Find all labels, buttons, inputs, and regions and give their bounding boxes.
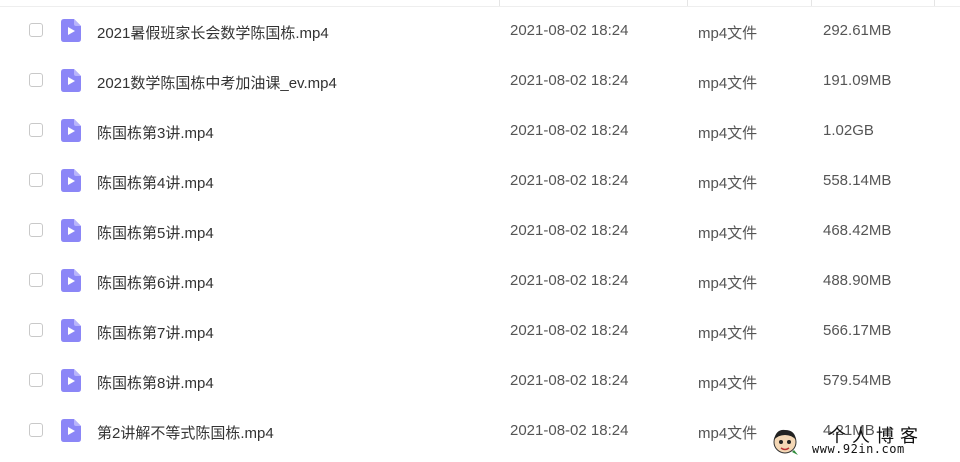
file-type: mp4文件 bbox=[698, 425, 758, 442]
file-size: 191.09MB bbox=[823, 72, 892, 89]
mascot-logo bbox=[773, 429, 798, 455]
modified-date: 2021-08-02 18:24 bbox=[510, 222, 629, 239]
modified-date: 2021-08-02 18:24 bbox=[510, 372, 629, 389]
video-file-icon bbox=[61, 319, 81, 342]
file-size: 579.54MB bbox=[823, 372, 892, 389]
select-checkbox[interactable] bbox=[29, 323, 43, 337]
file-row[interactable]: 陈国栋第4讲.mp4 2021-08-02 18:24 mp4文件 558.14MB bbox=[0, 156, 960, 206]
watermark: 个人博客 www.92in.com bbox=[766, 420, 960, 462]
video-file-icon bbox=[61, 219, 81, 242]
select-checkbox[interactable] bbox=[29, 123, 43, 137]
file-name[interactable]: 2021暑假班家长会数学陈国栋.mp4 bbox=[97, 22, 329, 43]
modified-date: 2021-08-02 18:24 bbox=[510, 272, 629, 289]
modified-date: 2021-08-02 18:24 bbox=[510, 22, 629, 39]
select-checkbox[interactable] bbox=[29, 173, 43, 187]
file-name[interactable]: 2021数学陈国栋中考加油课_ev.mp4 bbox=[97, 72, 337, 93]
select-checkbox[interactable] bbox=[29, 423, 43, 437]
video-file-icon bbox=[61, 369, 81, 392]
file-size: 566.17MB bbox=[823, 322, 892, 339]
modified-date: 2021-08-02 18:24 bbox=[510, 172, 629, 189]
select-checkbox[interactable] bbox=[29, 23, 43, 37]
select-checkbox[interactable] bbox=[29, 273, 43, 287]
video-file-icon bbox=[61, 169, 81, 192]
select-checkbox[interactable] bbox=[29, 223, 43, 237]
file-size: 558.14MB bbox=[823, 172, 892, 189]
select-checkbox[interactable] bbox=[29, 373, 43, 387]
file-row[interactable]: 陈国栋第5讲.mp4 2021-08-02 18:24 mp4文件 468.42MB bbox=[0, 206, 960, 256]
file-type: mp4文件 bbox=[698, 225, 758, 242]
video-file-icon bbox=[61, 419, 81, 442]
modified-date: 2021-08-02 18:24 bbox=[510, 422, 629, 439]
file-row[interactable]: 陈国栋第7讲.mp4 2021-08-02 18:24 mp4文件 566.17MB bbox=[0, 306, 960, 356]
file-type: mp4文件 bbox=[698, 25, 758, 42]
file-type: mp4文件 bbox=[698, 175, 758, 192]
watermark-url: www.92in.com bbox=[812, 442, 905, 456]
file-size: 1.02GB bbox=[823, 122, 874, 139]
file-name[interactable]: 陈国栋第4讲.mp4 bbox=[97, 172, 214, 193]
file-name[interactable]: 陈国栋第3讲.mp4 bbox=[97, 122, 214, 143]
modified-date: 2021-08-02 18:24 bbox=[510, 322, 629, 339]
file-type: mp4文件 bbox=[698, 375, 758, 392]
file-name[interactable]: 陈国栋第6讲.mp4 bbox=[97, 272, 214, 293]
file-type: mp4文件 bbox=[698, 275, 758, 292]
file-type: mp4文件 bbox=[698, 125, 758, 142]
file-size: 488.90MB bbox=[823, 272, 892, 289]
select-checkbox[interactable] bbox=[29, 73, 43, 87]
video-file-icon bbox=[61, 269, 81, 292]
file-row[interactable]: 陈国栋第3讲.mp4 2021-08-02 18:24 mp4文件 1.02GB bbox=[0, 106, 960, 156]
file-row[interactable]: 陈国栋第8讲.mp4 2021-08-02 18:24 mp4文件 579.54MB bbox=[0, 356, 960, 406]
file-type: mp4文件 bbox=[698, 325, 758, 342]
video-file-icon bbox=[61, 69, 81, 92]
video-file-icon bbox=[61, 119, 81, 142]
file-type: mp4文件 bbox=[698, 75, 758, 92]
file-size: 292.61MB bbox=[823, 22, 892, 39]
file-name[interactable]: 陈国栋第8讲.mp4 bbox=[97, 372, 214, 393]
file-name[interactable]: 陈国栋第7讲.mp4 bbox=[97, 322, 214, 343]
modified-date: 2021-08-02 18:24 bbox=[510, 72, 629, 89]
file-row[interactable]: 2021暑假班家长会数学陈国栋.mp4 2021-08-02 18:24 mp4文件… bbox=[0, 6, 960, 56]
file-name[interactable]: 陈国栋第5讲.mp4 bbox=[97, 222, 214, 243]
file-list: 2021暑假班家长会数学陈国栋.mp4 2021-08-02 18:24 mp4文件… bbox=[0, 6, 960, 456]
file-row[interactable]: 2021数学陈国栋中考加油课_ev.mp4 2021-08-02 18:24 mp4… bbox=[0, 56, 960, 106]
file-row[interactable]: 陈国栋第6讲.mp4 2021-08-02 18:24 mp4文件 488.90MB bbox=[0, 256, 960, 306]
file-name[interactable]: 第2讲解不等式陈国栋.mp4 bbox=[97, 422, 274, 443]
video-file-icon bbox=[61, 19, 81, 42]
modified-date: 2021-08-02 18:24 bbox=[510, 122, 629, 139]
file-size: 468.42MB bbox=[823, 222, 892, 239]
